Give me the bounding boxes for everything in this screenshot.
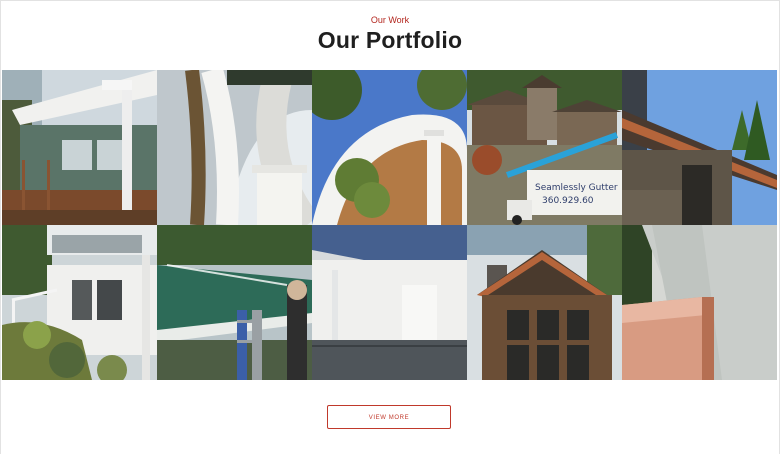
view-more-button[interactable]: VIEW MORE — [327, 405, 451, 429]
hillside-house-photo[interactable] — [2, 225, 157, 380]
round-porch-ceiling-photo[interactable] — [312, 70, 467, 225]
truck-company-text: Seamlessly Gutter — [535, 183, 618, 193]
truck-phone-text: 360.929.60 — [542, 196, 594, 206]
section-title: Our Portfolio — [317, 27, 463, 53]
gutter-cleaning-photo[interactable] — [157, 225, 312, 380]
gutter-closeup-photo[interactable] — [157, 70, 312, 225]
portfolio-gallery: Seamlessly Gutter 360.929.60 — [2, 70, 778, 380]
house-lift-truck-photo[interactable]: Seamlessly Gutter 360.929.60 — [467, 70, 622, 225]
copper-roof-stone-chimney-photo[interactable] — [622, 70, 777, 225]
porch-gutter-photo[interactable] — [2, 70, 157, 225]
metal-roof-downspout-photo[interactable] — [312, 225, 467, 380]
copper-gutter-closeup-photo[interactable] — [622, 225, 777, 380]
wood-lodge-house-photo[interactable] — [467, 225, 622, 380]
section-eyebrow: Our Work — [370, 15, 410, 25]
